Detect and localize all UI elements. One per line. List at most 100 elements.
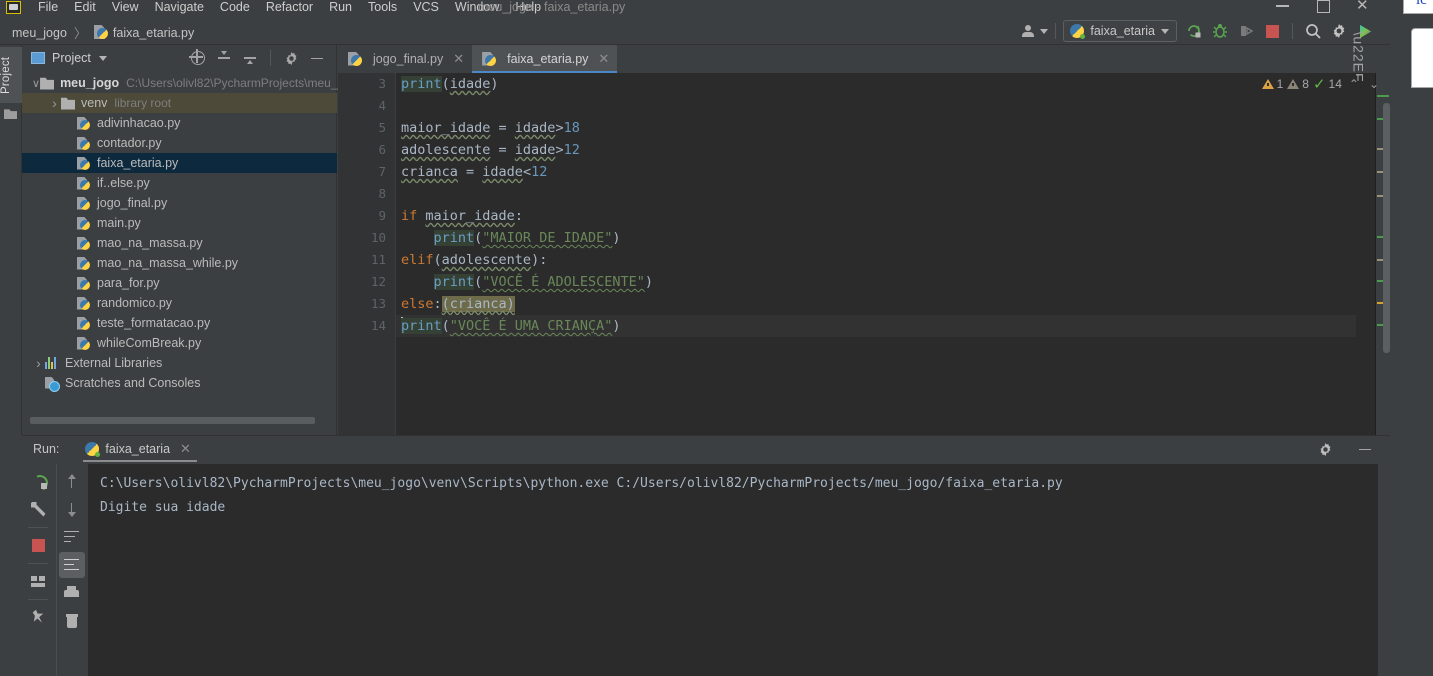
stop-icon[interactable]: [25, 532, 51, 558]
project-horizontal-scrollbar[interactable]: [30, 415, 337, 425]
edit-configurations-icon[interactable]: [25, 496, 51, 522]
tree-item[interactable]: mao_na_massa_while.py: [22, 253, 337, 273]
menu-item-file[interactable]: File: [30, 0, 66, 14]
soft-wrap-icon[interactable]: [59, 524, 85, 550]
run-panel: Run: faixa_etaria ✕ C:\Users\olivl82\Pyc…: [22, 435, 1390, 676]
code-line: print("MAIOR DE IDADE"): [433, 230, 621, 246]
run-left-strip: [0, 435, 22, 676]
toolbar-divider-2: [1292, 23, 1293, 39]
sidebar-tab-project[interactable]: Project: [0, 47, 22, 103]
menu-item-refactor[interactable]: Refactor: [258, 0, 321, 14]
editor-tab-close-icon[interactable]: ✕: [598, 52, 609, 67]
menu-item-view[interactable]: View: [104, 0, 147, 14]
trash-icon[interactable]: [59, 608, 85, 634]
collapse-all-icon[interactable]: [237, 47, 263, 69]
hide-panel-icon[interactable]: [1352, 438, 1378, 460]
tree-item[interactable]: Scratches and Consoles: [22, 373, 337, 393]
editor-tab-close-icon[interactable]: ✕: [453, 52, 464, 67]
menu-item-navigate[interactable]: Navigate: [147, 0, 212, 14]
editor-marker-column[interactable]: [1376, 73, 1390, 435]
code-line: if maior_idade:: [401, 208, 523, 224]
run-tab[interactable]: faixa_etaria ✕: [79, 437, 197, 462]
layout-icon[interactable]: [25, 568, 51, 594]
user-settings-icon[interactable]: [1022, 20, 1049, 42]
line-number: 4: [378, 98, 386, 113]
code-content[interactable]: print(idade) maior_idade = idade>18 adoles…: [396, 73, 1356, 435]
inspection-widget[interactable]: 1 8 ✓ 14 ⌃ ⌄: [1261, 75, 1382, 93]
tree-item[interactable]: faixa_etaria.py: [22, 153, 337, 173]
menu-bar: File Edit View Navigate Code Refactor Run Tools…: [30, 0, 549, 14]
pin-tab-icon[interactable]: [25, 604, 51, 630]
tree-item[interactable]: teste_formatacao.py: [22, 313, 337, 333]
chevron-down-icon[interactable]: [98, 55, 107, 61]
tree-item[interactable]: whileComBreak.py: [22, 333, 337, 353]
tree-item-label: mao_na_massa_while.py: [97, 256, 239, 270]
arrow-up-icon[interactable]: [59, 468, 85, 494]
tree-item[interactable]: venv library root: [22, 93, 337, 113]
background-window-text: ic: [1416, 0, 1427, 8]
chevron-closed-icon[interactable]: [48, 95, 61, 111]
tree-item[interactable]: External Libraries: [22, 353, 337, 373]
menu-item-code[interactable]: Code: [212, 0, 258, 14]
chevron-closed-icon[interactable]: [32, 355, 45, 371]
navigation-bar: meu_jogo 〉 faixa_etaria.py faixa_etaria: [0, 16, 1390, 45]
background-window-bottom: [1411, 28, 1433, 88]
editor-tab[interactable]: jogo_final.py ✕: [338, 45, 472, 73]
scroll-to-end-icon[interactable]: [58, 552, 85, 578]
editor-tab[interactable]: faixa_etaria.py ✕: [472, 45, 618, 73]
inspection-typos: ✓ 14: [1312, 75, 1342, 93]
tree-item[interactable]: meu_jogo C:\Users\olivl82\PycharmProjects…: [22, 73, 354, 93]
console-output[interactable]: C:\Users\olivl82\PycharmProjects\meu_jog…: [88, 464, 1378, 676]
menu-item-run[interactable]: Run: [321, 0, 360, 14]
inspection-error-count: 1: [1276, 77, 1284, 91]
inspection-prev-button[interactable]: ⌃: [1346, 77, 1362, 91]
tree-item[interactable]: mao_na_massa.py: [22, 233, 337, 253]
python-file-icon: [77, 157, 91, 170]
menu-item-tools[interactable]: Tools: [360, 0, 405, 14]
check-icon: ✓: [1312, 75, 1326, 93]
run-icon[interactable]: [1181, 20, 1207, 42]
settings-gear-icon[interactable]: [1326, 20, 1352, 42]
editor-tab-options[interactable]: \u22EF: [1333, 31, 1384, 82]
run-configuration-selector[interactable]: faixa_etaria: [1063, 20, 1177, 42]
tree-item[interactable]: jogo_final.py: [22, 193, 337, 213]
tree-item[interactable]: randomico.py: [22, 293, 337, 313]
locate-icon[interactable]: [185, 47, 211, 69]
scratches-icon: [45, 377, 60, 392]
line-number: 7: [378, 164, 386, 179]
editor-scrollbar-thumb[interactable]: [1383, 103, 1390, 353]
tree-item[interactable]: adivinhacao.py: [22, 113, 337, 133]
arrow-down-icon[interactable]: [59, 496, 85, 522]
code-line: maior_idade = idade>18: [401, 120, 580, 136]
project-panel: Project meu_jogo C:\Users\olivl82\Pycharm…: [22, 45, 354, 435]
debug-icon[interactable]: [1207, 20, 1233, 42]
close-button[interactable]: ✕: [1356, 0, 1370, 13]
maximize-button[interactable]: [1316, 0, 1330, 13]
breadcrumb-project[interactable]: meu_jogo: [8, 25, 71, 41]
run-coverage-icon[interactable]: [1233, 20, 1259, 42]
tree-item-label: meu_jogo: [60, 76, 120, 90]
breadcrumb-file[interactable]: faixa_etaria.py: [90, 24, 198, 41]
inspection-next-button[interactable]: ⌄: [1366, 77, 1382, 91]
settings-gear-icon[interactable]: [278, 47, 304, 69]
editor-gutter[interactable]: 3 4 5 6 7 8 9 10 11 12 13 14: [338, 73, 396, 435]
menu-item-vcs[interactable]: VCS: [405, 0, 447, 14]
run-tab-close-icon[interactable]: ✕: [180, 442, 191, 457]
python-config-icon: [1070, 24, 1086, 39]
expand-all-icon[interactable]: [211, 47, 237, 69]
python-file-icon: [77, 197, 91, 210]
print-icon[interactable]: [59, 580, 85, 606]
minimize-button[interactable]: [1276, 0, 1290, 12]
stop-icon[interactable]: [1259, 20, 1285, 42]
chevron-open-icon[interactable]: [32, 77, 40, 90]
hide-panel-icon[interactable]: [304, 47, 330, 69]
rerun-icon[interactable]: [25, 468, 51, 494]
tree-item[interactable]: if..else.py: [22, 173, 337, 193]
settings-gear-icon[interactable]: [1312, 438, 1338, 460]
search-everywhere-icon[interactable]: [1300, 20, 1326, 42]
tree-item-subtitle: library root: [114, 96, 172, 110]
tree-item[interactable]: main.py: [22, 213, 337, 233]
tree-item[interactable]: para_for.py: [22, 273, 337, 293]
tree-item[interactable]: contador.py: [22, 133, 337, 153]
menu-item-edit[interactable]: Edit: [66, 0, 104, 14]
